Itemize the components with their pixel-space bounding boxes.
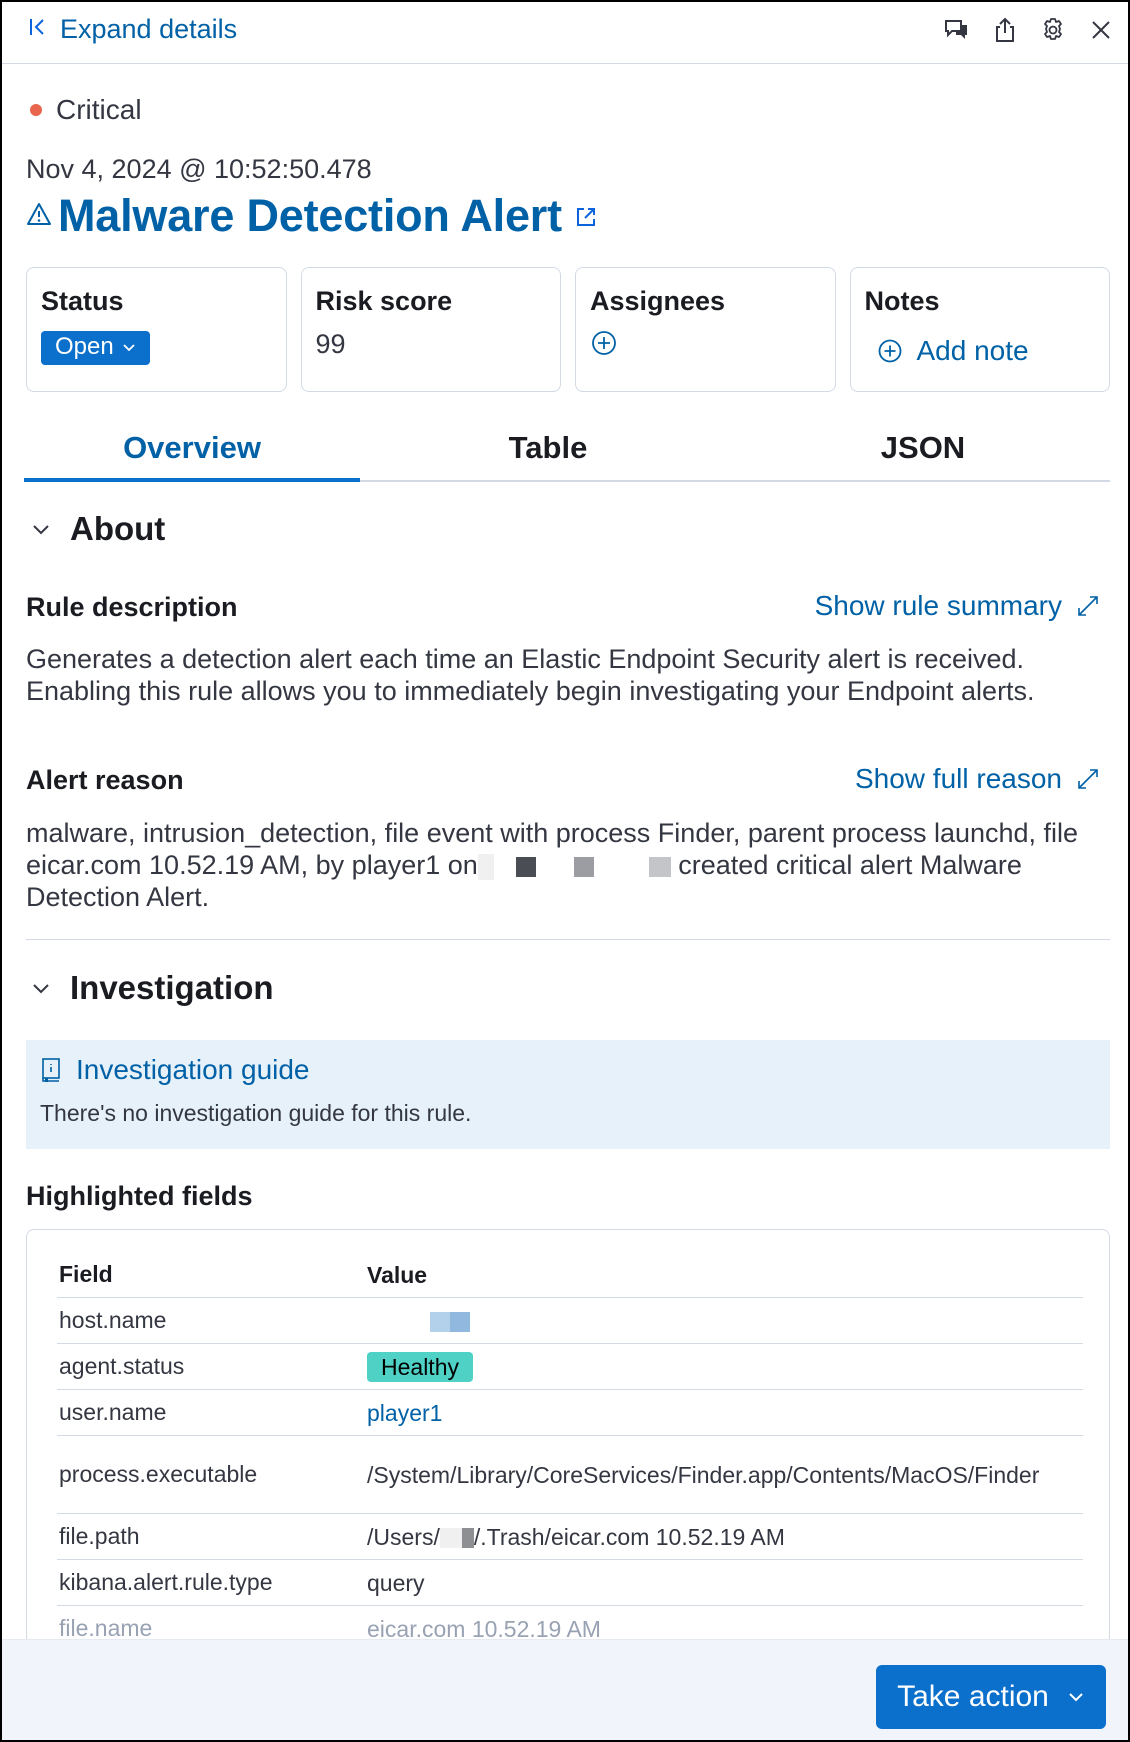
- status-card: Status Open: [26, 267, 287, 392]
- take-action-label: Take action: [897, 1680, 1049, 1713]
- section-divider: [26, 939, 1110, 940]
- expand-details-button[interactable]: Expand details: [28, 14, 237, 45]
- table-row: user.name player1: [57, 1390, 1083, 1436]
- investigation-guide-link[interactable]: Investigation guide: [40, 1054, 1096, 1086]
- redacted-block: [430, 1312, 450, 1333]
- add-note-button[interactable]: Add note: [865, 335, 1096, 367]
- chevron-down-icon: [33, 525, 49, 535]
- risk-score-title: Risk score: [315, 286, 453, 316]
- book-icon: [42, 1058, 60, 1082]
- field-value[interactable]: [367, 1305, 1083, 1337]
- field-name: host.name: [59, 1307, 167, 1333]
- field-value: /Users//.Trash/eicar.com 10.52.19 AM: [367, 1523, 785, 1550]
- field-name: agent.status: [59, 1353, 185, 1379]
- expand-icon: [1078, 769, 1098, 789]
- summary-cards: Status Open Risk score 99 Assignees Note…: [26, 267, 1110, 392]
- redacted-block: [439, 1528, 462, 1549]
- table-row: kibana.alert.rule.type query: [57, 1560, 1083, 1606]
- show-rule-summary-link[interactable]: Show rule summary: [815, 590, 1100, 622]
- field-name: user.name: [59, 1399, 167, 1425]
- share-icon[interactable]: [992, 16, 1018, 44]
- investigation-guide-title: Investigation guide: [76, 1054, 310, 1085]
- expand-details-label: Expand details: [60, 14, 238, 44]
- status-dropdown[interactable]: Open: [41, 331, 150, 365]
- field-name: file.path: [59, 1523, 140, 1549]
- show-full-reason-label: Show full reason: [854, 763, 1062, 794]
- field-name: file.name: [59, 1615, 153, 1641]
- table-row: file.path /Users//.Trash/eicar.com 10.52…: [57, 1514, 1083, 1560]
- about-title: About: [70, 510, 166, 547]
- alert-title-text[interactable]: Malware Detection Alert: [58, 190, 562, 242]
- agent-status-badge[interactable]: Healthy: [367, 1351, 473, 1382]
- redacted-block: [573, 856, 594, 877]
- alert-reason-text: malware, intrusion_detection, file event…: [26, 817, 1116, 913]
- show-full-reason-link[interactable]: Show full reason: [855, 763, 1100, 795]
- alert-details-flyout: Expand details Critical Nov 4, 2024 @ 10…: [0, 0, 1130, 1742]
- table-row: host.name: [57, 1298, 1083, 1344]
- close-icon[interactable]: [1088, 16, 1114, 44]
- tab-overview[interactable]: Overview: [24, 422, 360, 482]
- alert-timestamp: Nov 4, 2024 @ 10:52:50.478: [26, 154, 372, 184]
- table-header: Field Value: [57, 1252, 1083, 1298]
- table-row: process.executable /System/Library/CoreS…: [57, 1436, 1083, 1514]
- risk-score-card: Risk score 99: [300, 267, 561, 392]
- add-assignee-icon[interactable]: [590, 329, 618, 357]
- rule-description-text: Generates a detection alert each time an…: [26, 644, 1035, 706]
- settings-icon[interactable]: [1040, 16, 1066, 44]
- flyout-header: Expand details: [2, 2, 1128, 64]
- status-value: Open: [55, 333, 114, 360]
- notes-card: Notes Add note: [849, 267, 1110, 392]
- flyout-footer: Take action: [2, 1639, 1128, 1740]
- rule-description-label: Rule description: [26, 592, 238, 622]
- redacted-block: [450, 1312, 470, 1333]
- details-tabs: Overview Table JSON: [24, 422, 1110, 482]
- field-name: process.executable: [59, 1461, 258, 1487]
- assignees-title: Assignees: [590, 286, 726, 316]
- redacted-block: [477, 853, 494, 880]
- field-name: kibana.alert.rule.type: [59, 1569, 273, 1595]
- user-name-link[interactable]: player1: [367, 1400, 442, 1426]
- severity-indicator: Critical: [30, 94, 142, 126]
- about-section-toggle[interactable]: About: [30, 510, 165, 548]
- alert-title[interactable]: Malware Detection Alert: [26, 190, 598, 242]
- column-header-field: Field: [59, 1261, 113, 1287]
- redacted-block: [461, 1528, 474, 1549]
- assignees-card: Assignees: [575, 267, 836, 392]
- field-value: query: [367, 1569, 425, 1596]
- show-rule-summary-label: Show rule summary: [814, 590, 1062, 621]
- add-note-label: Add note: [916, 335, 1029, 366]
- highlighted-fields-table: Field Value host.name agent.status Healt…: [57, 1252, 1083, 1652]
- external-link-icon[interactable]: [568, 199, 598, 234]
- chevron-down-icon: [1069, 1693, 1083, 1702]
- investigation-section-toggle[interactable]: Investigation: [30, 969, 274, 1007]
- plus-circle-icon: [878, 339, 901, 363]
- chat-icon[interactable]: [944, 16, 970, 44]
- tab-table[interactable]: Table: [360, 422, 736, 480]
- expand-icon: [1078, 596, 1098, 616]
- redacted-block: [515, 856, 536, 877]
- risk-score-value: 99: [315, 329, 346, 359]
- investigation-title: Investigation: [70, 969, 274, 1006]
- severity-dot-icon: [30, 104, 42, 116]
- field-value: /System/Library/CoreServices/Finder.app/…: [367, 1461, 1040, 1488]
- investigation-guide-panel: Investigation guide There's no investiga…: [26, 1040, 1110, 1149]
- severity-label: Critical: [56, 94, 142, 125]
- redacted-block: [648, 856, 671, 877]
- warning-icon: [26, 201, 52, 232]
- highlighted-fields-title: Highlighted fields: [26, 1181, 253, 1211]
- tab-json[interactable]: JSON: [736, 422, 1110, 480]
- column-header-value: Value: [367, 1261, 428, 1288]
- table-row: agent.status Healthy: [57, 1344, 1083, 1390]
- chevron-down-icon: [123, 344, 135, 352]
- chevron-down-icon: [33, 984, 49, 994]
- take-action-button[interactable]: Take action: [876, 1665, 1106, 1729]
- notes-title: Notes: [864, 286, 940, 316]
- alert-reason-label: Alert reason: [26, 765, 184, 795]
- status-card-title: Status: [41, 286, 124, 316]
- investigation-guide-text: There's no investigation guide for this …: [40, 1100, 472, 1126]
- collapse-left-icon: [28, 16, 48, 43]
